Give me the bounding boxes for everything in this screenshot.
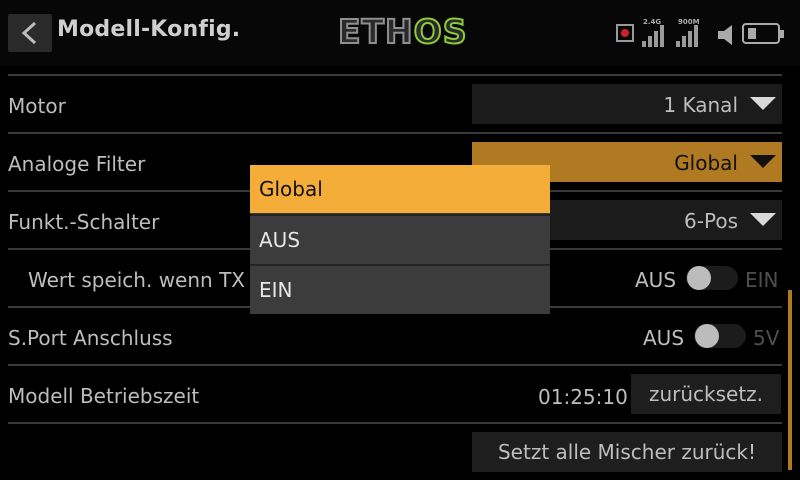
func-switch-value: 6-Pos — [684, 209, 738, 233]
runtime-value: 01:25:10 — [538, 385, 628, 409]
divider — [8, 74, 782, 76]
save-value-toggle[interactable] — [686, 266, 738, 290]
signal-900m-icon — [676, 23, 702, 47]
dropdown-arrow-icon — [750, 97, 776, 110]
signal-2g4-label: 2.4G — [643, 18, 662, 26]
save-value-off-label: AUS — [635, 268, 677, 292]
signal-2g4-icon — [642, 23, 668, 47]
dropdown-arrow-icon — [750, 155, 776, 168]
save-value-label: Wert speich. wenn TX — [28, 268, 245, 292]
save-value-on-label: EIN — [745, 268, 779, 292]
motor-value: 1 Kanal — [663, 93, 738, 117]
sport-on-label: 5V — [753, 326, 780, 350]
record-icon — [616, 24, 634, 42]
divider — [8, 422, 782, 424]
reset-timer-button[interactable]: zurücksetz. — [631, 374, 781, 414]
option-aus[interactable]: AUS — [250, 216, 550, 264]
toggle-knob — [687, 266, 711, 290]
runtime-label: Modell Betriebszeit — [8, 384, 200, 408]
motor-select[interactable]: 1 Kanal — [472, 84, 782, 124]
motor-label: Motor — [8, 94, 66, 118]
status-bar: 2.4G 900M — [612, 14, 792, 50]
sport-off-label: AUS — [643, 326, 685, 350]
back-button[interactable] — [8, 14, 52, 52]
analog-filter-value: Global — [674, 151, 738, 175]
scrollbar[interactable] — [788, 290, 792, 470]
divider — [8, 364, 782, 366]
top-bar: Modell-Konfig. ETHOS 2.4G 900M — [0, 0, 800, 66]
dropdown-arrow-icon — [750, 213, 776, 226]
signal-900m-label: 900M — [678, 18, 700, 26]
chevron-left-icon — [21, 21, 37, 45]
divider — [8, 132, 782, 134]
speaker-icon — [718, 25, 732, 45]
option-ein[interactable]: EIN — [250, 266, 550, 314]
ethos-logo: ETHOS — [337, 11, 468, 52]
dropdown-popup: Global AUS EIN — [250, 165, 550, 314]
func-switch-label: Funkt.-Schalter — [8, 210, 160, 234]
toggle-knob — [695, 324, 719, 348]
sport-label: S.Port Anschluss — [8, 326, 173, 350]
option-global[interactable]: Global — [250, 165, 550, 213]
page-title: Modell-Konfig. — [57, 17, 241, 42]
sport-toggle[interactable] — [694, 324, 746, 348]
analog-filter-label: Analoge Filter — [8, 152, 146, 176]
battery-icon — [742, 23, 784, 44]
reset-mixers-button[interactable]: Setzt alle Mischer zurück! — [472, 432, 782, 472]
